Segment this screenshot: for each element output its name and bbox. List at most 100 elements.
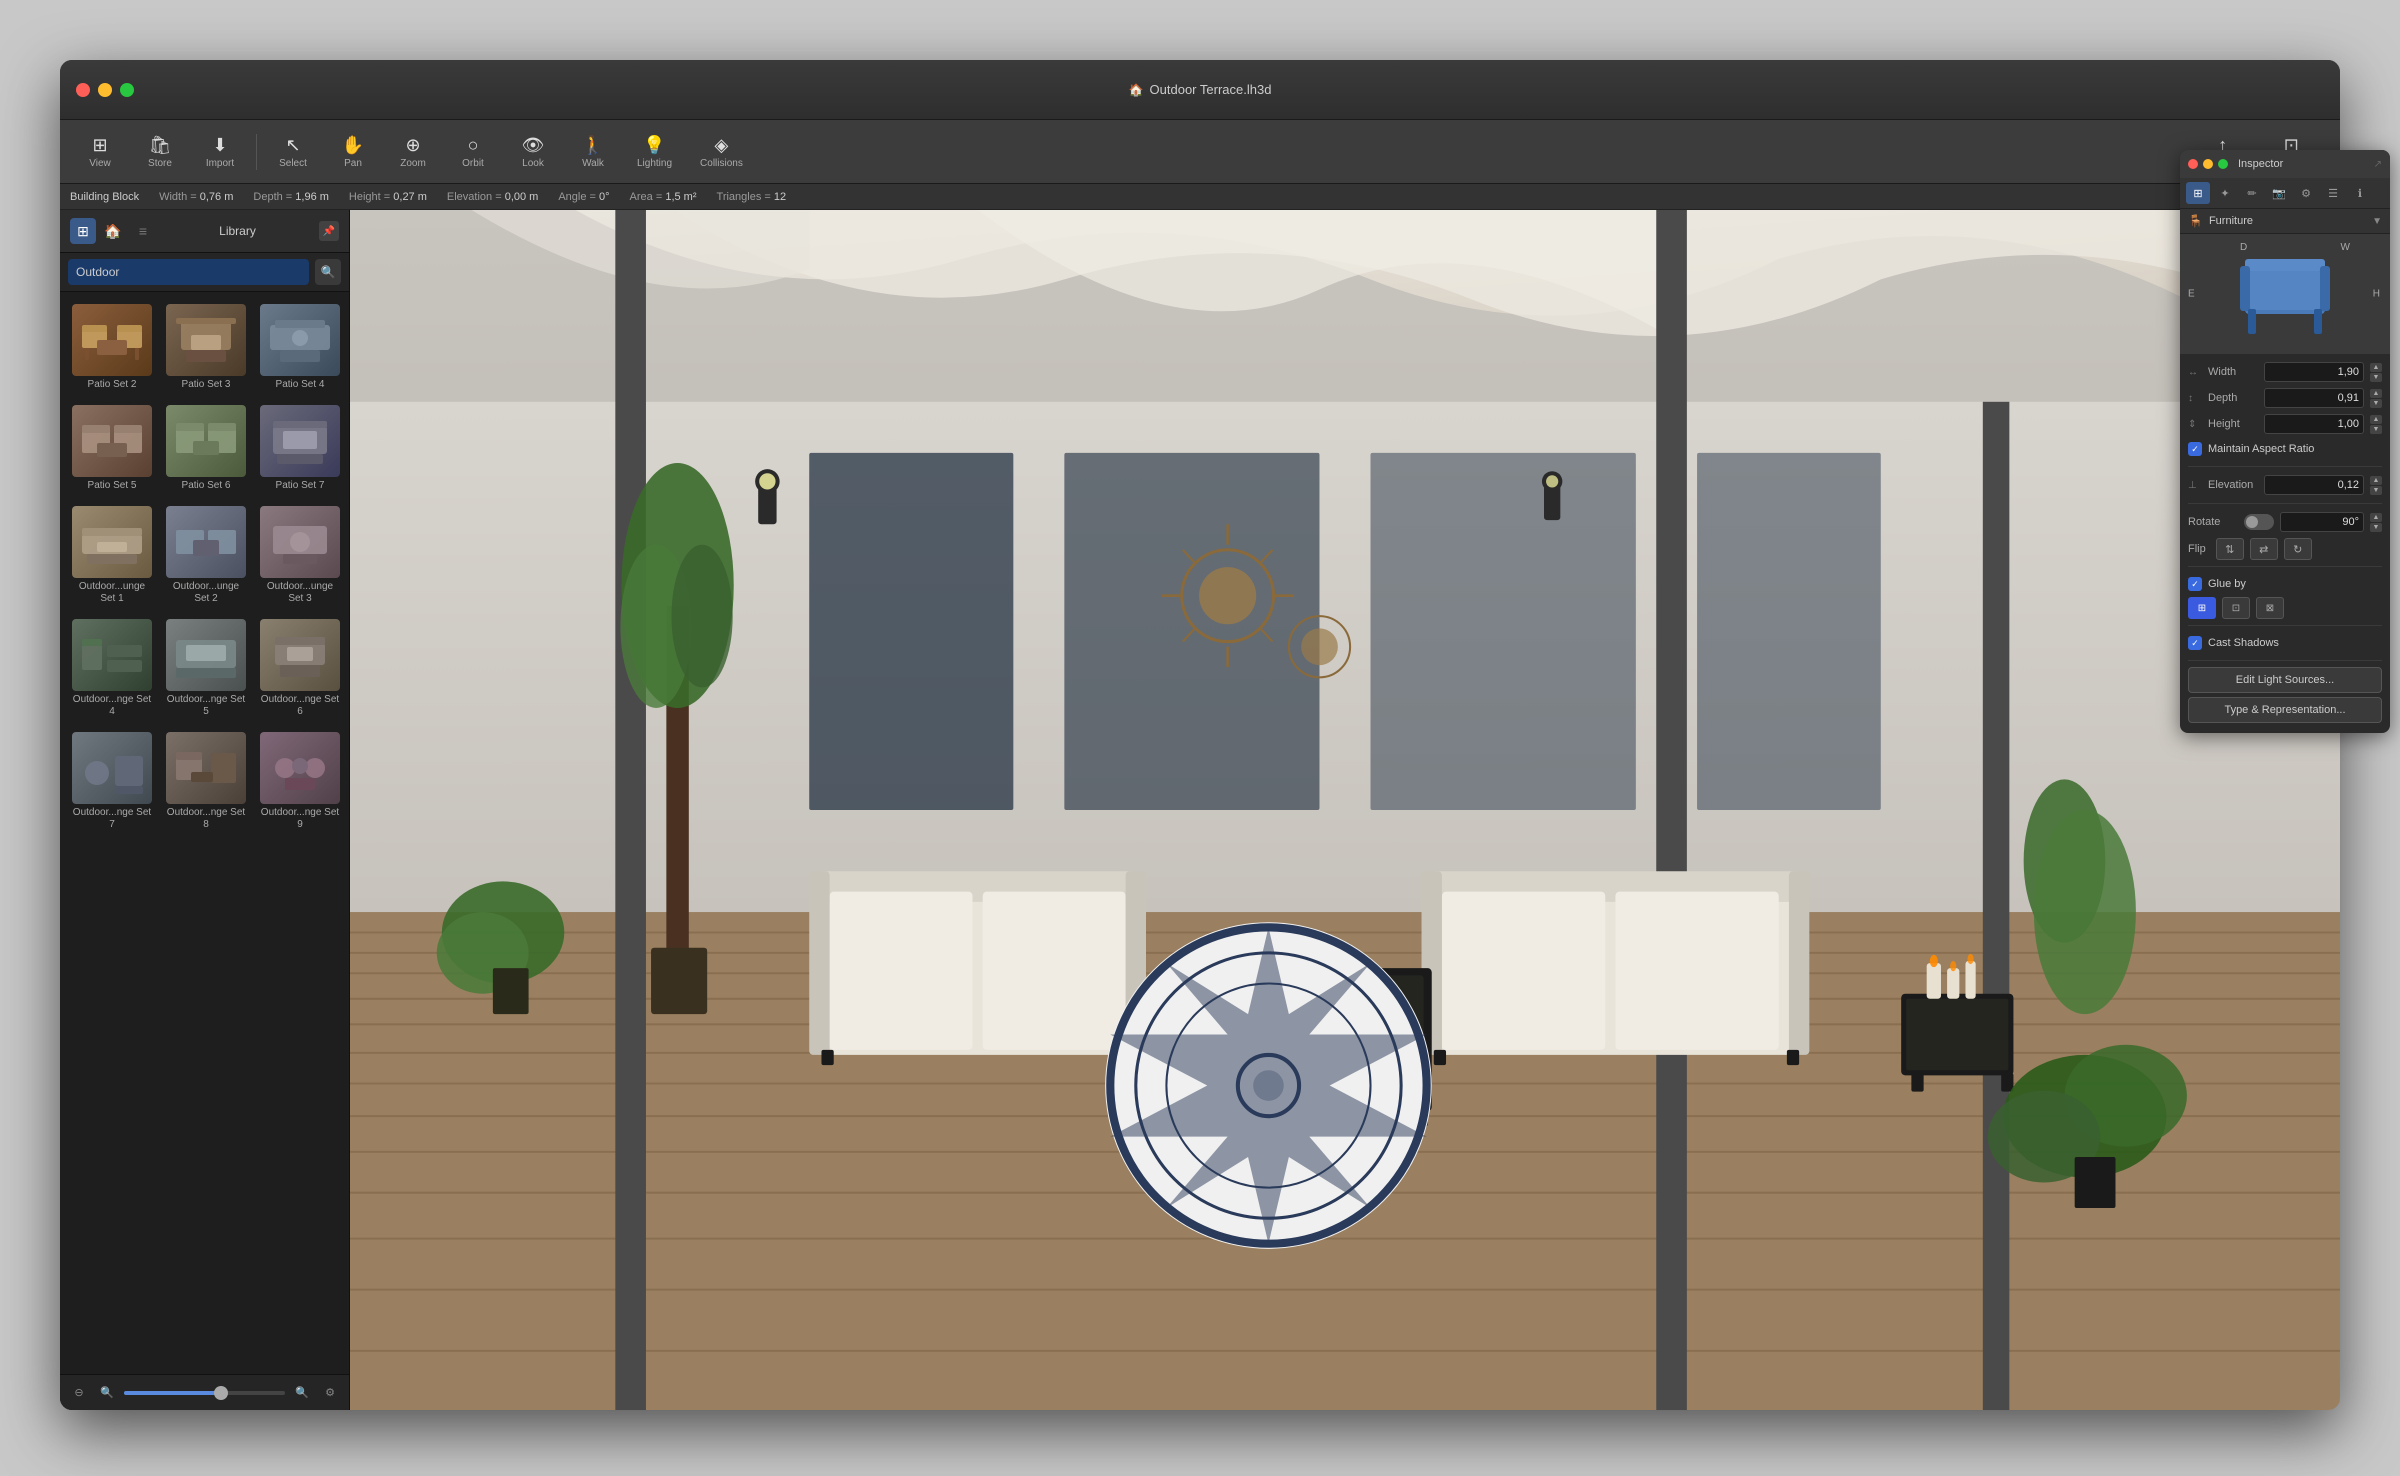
rotate-decrement[interactable]: ▼ [2370,523,2382,532]
library-item-patio3[interactable]: Patio Set 3 [162,300,250,395]
glue-by-checkbox[interactable]: ✓ [2188,577,2202,591]
width-increment[interactable]: ▲ [2370,363,2382,372]
library-thumb-patio5 [72,405,152,477]
library-tab-list[interactable]: ≡ [130,218,156,244]
library-item-patio5[interactable]: Patio Set 5 [68,401,156,496]
library-item-patio4[interactable]: Patio Set 4 [256,300,344,395]
library-item-lounge1[interactable]: Outdoor...unge Set 1 [68,502,156,609]
toolbar-zoom[interactable]: ⊕ Zoom [385,131,441,173]
close-button[interactable] [76,83,90,97]
width-decrement[interactable]: ▼ [2370,373,2382,382]
height-increment[interactable]: ▲ [2370,415,2382,424]
flip-y-button[interactable]: ⇄ [2250,538,2278,560]
library-pin-button[interactable]: 📌 [319,221,339,241]
depth-decrement[interactable]: ▼ [2370,399,2382,408]
flip-z-button[interactable]: ↻ [2284,538,2312,560]
insp-tool-info[interactable]: ℹ [2348,182,2372,204]
lib-zoom-out-icon[interactable]: ⊖ [68,1382,90,1404]
library-tab-grid[interactable]: ⊞ [70,218,96,244]
library-item-lounge5[interactable]: Outdoor...nge Set 5 [162,615,250,722]
library-item-patio6[interactable]: Patio Set 6 [162,401,250,496]
lib-settings-icon[interactable]: ⚙ [319,1382,341,1404]
rotate-value[interactable]: 90° [2280,512,2364,532]
library-item-lounge7[interactable]: Outdoor...nge Set 7 [68,728,156,835]
library-item-patio2[interactable]: Patio Set 2 [68,300,156,395]
toolbar-pan[interactable]: ✋ Pan [325,131,381,173]
insp-maximize[interactable] [2218,159,2228,169]
toolbar-import[interactable]: ⬇ Import [192,131,248,173]
library-item-lounge3[interactable]: Outdoor...unge Set 3 [256,502,344,609]
toolbar-view[interactable]: ⊞ View [72,131,128,173]
toolbar-lighting[interactable]: 💡 Lighting [625,131,684,173]
elevation-stepper[interactable]: ▲ ▼ [2370,476,2382,495]
info-area-value: 1,5 m² [665,191,696,203]
elevation-decrement[interactable]: ▼ [2370,486,2382,495]
library-item-lounge4[interactable]: Outdoor...nge Set 4 [68,615,156,722]
cast-shadows-checkbox[interactable]: ✓ [2188,636,2202,650]
divider-2 [2188,503,2382,504]
toolbar-look[interactable]: 👁 Look [505,131,561,173]
library-item-lounge8[interactable]: Outdoor...nge Set 8 [162,728,250,835]
edit-light-sources-button[interactable]: Edit Light Sources... [2188,667,2382,693]
glue-btn-1[interactable]: ⊞ [2188,597,2216,619]
height-stepper[interactable]: ▲ ▼ [2370,415,2382,434]
insp-tool-select[interactable]: ⊞ [2186,182,2210,204]
insp-close[interactable] [2188,159,2198,169]
toolbar-walk[interactable]: 🚶 Walk [565,131,621,173]
elevation-increment[interactable]: ▲ [2370,476,2382,485]
viewport[interactable] [350,210,2340,1410]
library-tab-tree[interactable]: 🏠 [100,218,126,244]
lib-zoom-slider[interactable] [124,1391,285,1395]
inspector-panel: Inspector ↗ ⊞ ✦ ✏ 📷 ⚙ ☰ ℹ 🪑 Furniture ▼ … [2180,150,2390,733]
insp-tool-move[interactable]: ✦ [2213,182,2237,204]
library-category-dropdown[interactable]: Outdoor [68,259,309,285]
maintain-aspect-checkbox[interactable]: ✓ [2188,442,2202,456]
view-icon: ⊞ [92,135,107,156]
lib-zoom-thumb[interactable] [214,1386,228,1400]
toolbar-store[interactable]: 🛍 Store [132,131,188,173]
maximize-button[interactable] [120,83,134,97]
insp-tool-camera[interactable]: 📷 [2267,182,2291,204]
look-icon: 👁 [522,135,545,156]
toolbar-orbit[interactable]: ○ Orbit [445,131,501,173]
window-title: 🏠 Outdoor Terrace.lh3d [1129,82,1272,97]
library-item-lounge9[interactable]: Outdoor...nge Set 9 [256,728,344,835]
depth-label: Depth [2208,392,2258,404]
insp-tool-settings2[interactable]: ☰ [2321,182,2345,204]
width-value[interactable]: 1,90 [2264,362,2364,382]
dim-w-label: W [2341,242,2350,253]
pan-label: Pan [344,158,362,169]
insp-tool-settings1[interactable]: ⚙ [2294,182,2318,204]
library-search-button[interactable]: 🔍 [315,259,341,285]
height-decrement[interactable]: ▼ [2370,425,2382,434]
category-dropdown-icon[interactable]: ▼ [2372,216,2382,227]
rotate-stepper[interactable]: ▲ ▼ [2370,513,2382,532]
dim-h-label: H [2373,289,2380,300]
minimize-button[interactable] [98,83,112,97]
rotate-increment[interactable]: ▲ [2370,513,2382,522]
depth-value[interactable]: 0,91 [2264,388,2364,408]
flip-x-button[interactable]: ⇅ [2216,538,2244,560]
elevation-value[interactable]: 0,12 [2264,475,2364,495]
insp-tool-edit[interactable]: ✏ [2240,182,2264,204]
lib-zoom-plus-icon[interactable]: 🔍 [291,1382,313,1404]
inspector-expand-icon[interactable]: ↗ [2374,159,2382,170]
library-item-patio7[interactable]: Patio Set 7 [256,401,344,496]
lounge8-preview [171,738,241,798]
type-representation-button[interactable]: Type & Representation... [2188,697,2382,723]
height-value[interactable]: 1,00 [2264,414,2364,434]
depth-stepper[interactable]: ▲ ▼ [2370,389,2382,408]
rotate-toggle[interactable] [2244,514,2274,530]
glue-btn-3[interactable]: ⊠ [2256,597,2284,619]
width-stepper[interactable]: ▲ ▼ [2370,363,2382,382]
toolbar-select[interactable]: ↖ Select [265,131,321,173]
depth-increment[interactable]: ▲ [2370,389,2382,398]
insp-minimize[interactable] [2203,159,2213,169]
library-item-lounge6[interactable]: Outdoor...nge Set 6 [256,615,344,722]
glue-btn-2[interactable]: ⊡ [2222,597,2250,619]
lib-zoom-minus-icon[interactable]: 🔍 [96,1382,118,1404]
glue-by-label: Glue by [2208,578,2246,590]
library-item-lounge2[interactable]: Outdoor...unge Set 2 [162,502,250,609]
toolbar-collisions[interactable]: ◈ Collisions [688,131,755,173]
library-label-lounge6: Outdoor...nge Set 6 [260,694,340,718]
